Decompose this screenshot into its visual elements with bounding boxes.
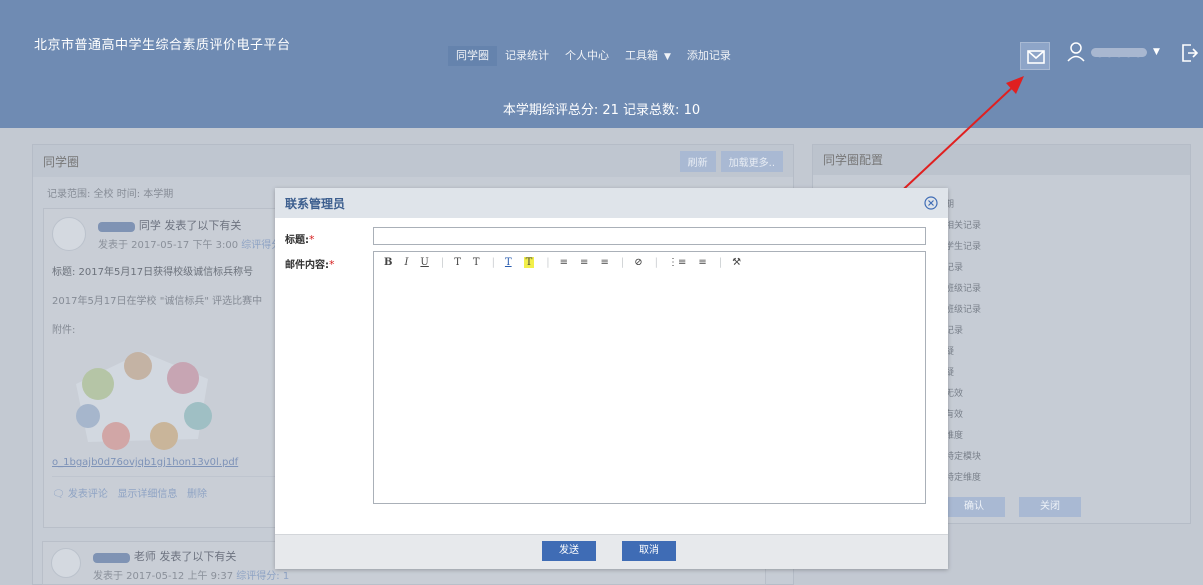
config-item[interactable]: 无效: [945, 384, 981, 405]
config-item[interactable]: 疑: [945, 363, 981, 384]
close-button[interactable]: 关闭: [1019, 497, 1081, 517]
nav-record-stats[interactable]: 记录统计: [497, 46, 557, 66]
bold-icon[interactable]: B: [384, 257, 392, 268]
cancel-button[interactable]: 取消: [622, 541, 676, 561]
author-name[interactable]: ●●●●: [98, 222, 136, 232]
logout-icon: [1182, 44, 1199, 62]
config-item[interactable]: 期: [945, 195, 981, 216]
platform-title: 北京市普通高中学生综合素质评价电子平台: [34, 38, 291, 53]
config-item[interactable]: 维度: [945, 426, 981, 447]
refresh-button[interactable]: 刷新: [679, 150, 716, 172]
config-item[interactable]: 班级记录: [945, 279, 981, 300]
subject-input[interactable]: [373, 227, 926, 245]
user-menu[interactable]: ●●●●● ▼: [1067, 42, 1160, 62]
config-item[interactable]: 疑: [945, 342, 981, 363]
config-item[interactable]: 班级记录: [945, 300, 981, 321]
align-center-icon[interactable]: ≡: [580, 257, 588, 268]
nav-toolbox[interactable]: 工具箱 ▼: [617, 46, 679, 66]
content-label: 邮件内容:: [285, 260, 329, 271]
highlight-color-icon[interactable]: T: [523, 256, 535, 268]
post-time: 发表于 2017-05-12 上午 9:37: [93, 571, 234, 582]
user-name: ●●●●●: [1091, 47, 1147, 58]
avatar: [52, 217, 86, 251]
email-content-editor[interactable]: B I U | T T | T T | ≡ ≡ ≡ | ⊘ | ⋮≡ ≡ | ⚒: [373, 251, 926, 504]
logout-button[interactable]: [1180, 43, 1199, 66]
feed-header: 同学圈 刷新 加载更多..: [33, 145, 793, 177]
required-mark: *: [309, 233, 315, 246]
toolbar-divider: |: [654, 256, 658, 268]
score-link[interactable]: 综评得分: 1: [236, 571, 289, 582]
font-color-icon[interactable]: T: [505, 257, 512, 268]
align-left-icon[interactable]: ≡: [560, 257, 568, 268]
config-item[interactable]: 记录: [945, 258, 981, 279]
post-heading: 同学 发表了以下有关: [138, 219, 242, 232]
config-item[interactable]: 有效: [945, 405, 981, 426]
underline-icon[interactable]: U: [420, 257, 428, 268]
toolbar-divider: |: [620, 256, 625, 268]
details-button[interactable]: 显示详细信息: [117, 489, 177, 500]
italic-icon[interactable]: I: [404, 257, 408, 268]
caret-down-icon: ▼: [664, 52, 671, 62]
config-item[interactable]: 学生记录: [945, 237, 981, 258]
superscript-icon[interactable]: T: [454, 257, 461, 268]
user-icon: [1067, 42, 1085, 62]
nav-toolbox-label: 工具箱: [625, 49, 658, 62]
post-time: 发表于 2017-05-17 下午 3:00: [98, 240, 239, 251]
avatar: [51, 548, 81, 578]
ordered-list-icon[interactable]: ⋮≡: [668, 257, 686, 268]
semester-summary: 本学期综评总分: 21 记录总数: 10: [502, 103, 701, 118]
main-nav: 同学圈 记录统计 个人中心 工具箱 ▼ 添加记录: [448, 46, 739, 66]
required-mark: *: [329, 258, 335, 271]
nav-classmates[interactable]: 同学圈: [448, 46, 497, 66]
unordered-list-icon[interactable]: ≡: [698, 257, 706, 268]
config-title: 同学圈配置: [813, 145, 1190, 175]
comment-button[interactable]: 发表评论: [68, 489, 108, 500]
dialog-title: 联系管理员: [285, 196, 346, 211]
toolbar-divider: |: [718, 256, 723, 268]
confirm-button[interactable]: 确认: [943, 497, 1005, 517]
load-more-button[interactable]: 加载更多..: [720, 150, 783, 172]
toolbar-divider: |: [440, 256, 445, 268]
nav-add-record[interactable]: 添加记录: [679, 46, 739, 66]
clear-format-icon[interactable]: ⚒: [732, 257, 741, 268]
config-list: 期 相关记录 学生记录 记录 班级记录 班级记录 记录 疑 疑 无效 有效 维度…: [945, 195, 981, 489]
config-item[interactable]: 记录: [945, 321, 981, 342]
dialog-footer: 发送 取消: [275, 534, 948, 569]
subscript-icon[interactable]: T: [473, 257, 480, 268]
post-heading: 老师 发表了以下有关: [133, 550, 237, 563]
nav-personal-center[interactable]: 个人中心: [557, 46, 617, 66]
editor-toolbar: B I U | T T | T T | ≡ ≡ ≡ | ⊘ | ⋮≡ ≡ | ⚒: [374, 252, 925, 272]
send-button[interactable]: 发送: [542, 541, 596, 561]
top-header: 北京市普通高中学生综合素质评价电子平台 同学圈 记录统计 个人中心 工具箱 ▼ 添…: [0, 0, 1203, 128]
feed-title: 同学圈: [43, 154, 80, 169]
mail-button[interactable]: [1020, 42, 1050, 70]
mail-icon: [1027, 50, 1045, 64]
caret-down-icon: ▼: [1153, 47, 1160, 57]
link-icon[interactable]: ⊘: [634, 257, 642, 268]
config-item[interactable]: 相关记录: [945, 216, 981, 237]
config-item[interactable]: 特定维度: [945, 468, 981, 489]
subject-label: 标题:: [285, 235, 309, 246]
config-item[interactable]: 特定模块: [945, 447, 981, 468]
delete-button[interactable]: 删除: [187, 489, 207, 500]
attachment-thumbnail[interactable]: [58, 344, 228, 454]
author-name[interactable]: ●●●●: [93, 553, 131, 563]
comment-icon: 🗨: [52, 489, 65, 500]
toolbar-divider: |: [546, 256, 550, 268]
contact-admin-dialog: 联系管理员 标题:* 邮件内容:* B I U | T T | T T | ≡ …: [275, 188, 948, 569]
align-right-icon[interactable]: ≡: [600, 257, 608, 268]
close-icon[interactable]: [924, 196, 938, 210]
toolbar-divider: |: [491, 256, 495, 268]
